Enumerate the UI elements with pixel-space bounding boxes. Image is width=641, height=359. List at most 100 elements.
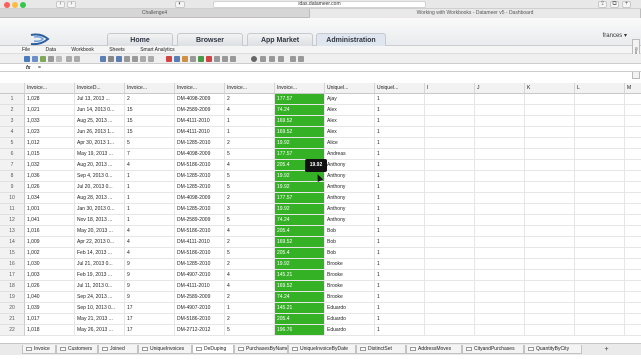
sheet-tab[interactable]: CityandPurchases — [462, 345, 524, 354]
table-cell[interactable]: 1 — [375, 226, 425, 237]
zoom-icon[interactable] — [269, 56, 275, 62]
column-header[interactable]: Invoice... — [275, 83, 325, 94]
table-cell[interactable]: Nov 18, 2013 ... — [75, 215, 125, 226]
table-cell[interactable] — [625, 116, 641, 127]
table-cell[interactable]: 1 — [375, 248, 425, 259]
table-cell[interactable]: DM-2712-2012 — [175, 325, 225, 336]
table-cell[interactable]: DM-2589-2009 — [175, 292, 225, 303]
table-cell[interactable]: May 21, 2013 ... — [75, 314, 125, 325]
table-cell[interactable] — [525, 182, 575, 193]
table-cell[interactable]: DM-4111-2010 — [175, 237, 225, 248]
table-cell[interactable] — [525, 259, 575, 270]
table-cell[interactable]: 145.21 — [275, 270, 325, 281]
table-cell[interactable] — [525, 127, 575, 138]
row-number[interactable]: 12 — [0, 215, 25, 226]
wrap-icon[interactable] — [222, 56, 228, 62]
table-cell[interactable] — [525, 160, 575, 171]
table-cell[interactable]: 1 — [375, 171, 425, 182]
column-header[interactable]: UniqueI... — [325, 83, 375, 94]
table-cell[interactable]: 1 — [125, 182, 175, 193]
table-cell[interactable] — [475, 105, 525, 116]
table-cell[interactable]: 9 — [125, 292, 175, 303]
row-number[interactable]: 16 — [0, 259, 25, 270]
sheet-tab[interactable]: PurchasesByName — [234, 345, 288, 354]
menu-workbook[interactable]: Workbook — [71, 47, 93, 53]
table-cell[interactable]: 9 — [125, 259, 175, 270]
settings-icon[interactable] — [148, 56, 154, 62]
table-cell[interactable]: 2 — [225, 314, 275, 325]
table-cell[interactable] — [475, 127, 525, 138]
table-cell[interactable]: DM-4907-2010 — [175, 270, 225, 281]
table-cell[interactable]: Anthony — [325, 160, 375, 171]
table-cell[interactable]: Feb 14, 2013 ... — [75, 248, 125, 259]
table-cell[interactable] — [575, 226, 625, 237]
table-cell[interactable] — [525, 237, 575, 248]
table-cell[interactable] — [425, 314, 475, 325]
table-cell[interactable] — [525, 105, 575, 116]
table-cell[interactable]: Jul 20, 2013 0... — [75, 182, 125, 193]
table-cell[interactable]: Eduardo — [325, 303, 375, 314]
share-icon[interactable]: ⇪ — [598, 1, 607, 8]
table-cell[interactable]: 1 — [125, 171, 175, 182]
table-cell[interactable]: 4 — [225, 270, 275, 281]
table-cell[interactable] — [475, 193, 525, 204]
table-cell[interactable]: DM-1285-2010 — [175, 171, 225, 182]
table-cell[interactable]: 1,034 — [25, 193, 75, 204]
table-cell[interactable] — [475, 116, 525, 127]
table-cell[interactable]: Eduardo — [325, 325, 375, 336]
nav-home[interactable]: Home — [107, 33, 173, 46]
table-cell[interactable]: 4 — [125, 248, 175, 259]
table-cell[interactable] — [625, 193, 641, 204]
undo-icon[interactable] — [66, 56, 72, 62]
info-icon[interactable] — [251, 56, 257, 62]
table-cell[interactable]: DM-1285-2010 — [175, 182, 225, 193]
table-cell[interactable] — [575, 138, 625, 149]
row-number[interactable]: 7 — [0, 160, 25, 171]
menu-smart-analytics[interactable]: Smart Analytics — [140, 47, 174, 53]
table-cell[interactable] — [625, 226, 641, 237]
table-cell[interactable] — [525, 215, 575, 226]
table-cell[interactable]: 2 — [225, 138, 275, 149]
search-icon[interactable] — [260, 56, 266, 62]
table-cell[interactable]: Brooke — [325, 259, 375, 270]
table-cell[interactable]: Alex — [325, 105, 375, 116]
sheet-tab[interactable]: DistinctSet — [356, 345, 406, 354]
sort-icon[interactable] — [108, 56, 114, 62]
table-cell[interactable] — [525, 248, 575, 259]
table-cell[interactable]: Sep 10, 2013 0... — [75, 303, 125, 314]
table-cell[interactable]: Aug 25, 2013 ... — [75, 116, 125, 127]
table-cell[interactable]: Eduardo — [325, 314, 375, 325]
table-cell[interactable]: 1 — [375, 182, 425, 193]
table-cell[interactable]: DM-4111-2010 — [175, 116, 225, 127]
table-cell[interactable] — [425, 94, 475, 105]
table-cell[interactable]: 2 — [225, 94, 275, 105]
row-number[interactable]: 5 — [0, 138, 25, 149]
table-cell[interactable]: 19.92 — [275, 259, 325, 270]
table-cell[interactable]: 1 — [375, 94, 425, 105]
table-cell[interactable] — [475, 171, 525, 182]
table-cell[interactable]: 1 — [125, 193, 175, 204]
table-cell[interactable] — [475, 259, 525, 270]
table-cell[interactable]: 1,017 — [25, 314, 75, 325]
table-cell[interactable] — [425, 281, 475, 292]
table-cell[interactable] — [425, 127, 475, 138]
table-cell[interactable] — [625, 270, 641, 281]
row-number[interactable]: 4 — [0, 127, 25, 138]
table-cell[interactable]: 1 — [375, 270, 425, 281]
table-cell[interactable] — [525, 94, 575, 105]
column-header[interactable]: K — [525, 83, 575, 94]
row-number[interactable]: 21 — [0, 314, 25, 325]
table-cell[interactable]: 17 — [125, 325, 175, 336]
table-cell[interactable]: 1 — [375, 292, 425, 303]
chart-icon[interactable] — [182, 56, 188, 62]
column-header[interactable]: Invoice... — [25, 83, 75, 94]
table-cell[interactable] — [425, 105, 475, 116]
table-cell[interactable]: 2 — [125, 94, 175, 105]
table-cell[interactable]: 1 — [375, 138, 425, 149]
table-cell[interactable]: 1,033 — [25, 116, 75, 127]
row-number[interactable]: 13 — [0, 226, 25, 237]
row-number[interactable]: 20 — [0, 303, 25, 314]
table-cell[interactable]: Alex — [325, 116, 375, 127]
table-cell[interactable] — [625, 281, 641, 292]
table-cell[interactable]: 169.52 — [275, 281, 325, 292]
